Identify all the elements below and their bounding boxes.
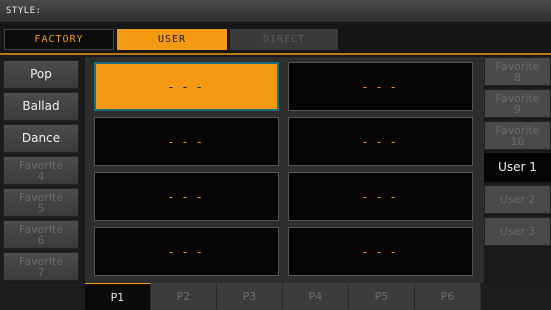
style-slot-4[interactable]: - - -: [288, 117, 473, 166]
tab-user[interactable]: USER: [117, 29, 227, 50]
right-bank-column: Favorite 8 Favorite 9 Favorite 10 User 1 Us…: [484, 57, 551, 283]
bank-button-user-3[interactable]: User 3: [484, 217, 551, 246]
style-slot-8[interactable]: - - -: [288, 227, 473, 276]
page-button-p3[interactable]: P3: [217, 283, 283, 310]
bank-button-user-1[interactable]: User 1: [484, 153, 551, 182]
left-bank-column: Pop Ballad Dance Favorite 4 Favorite 5 Fav…: [0, 57, 85, 283]
page-button-p2[interactable]: P2: [151, 283, 217, 310]
style-slot-5[interactable]: - - -: [94, 172, 279, 221]
page-button-p4[interactable]: P4: [283, 283, 349, 310]
style-slot-grid: - - - - - - - - - - - - - - - - - - - - …: [85, 57, 484, 283]
bank-button-favorite-6[interactable]: Favorite 6: [3, 220, 79, 249]
bank-button-favorite-7[interactable]: Favorite 7: [3, 252, 79, 281]
page-button-p6[interactable]: P6: [415, 283, 481, 310]
style-slot-7[interactable]: - - -: [94, 227, 279, 276]
bank-button-favorite-9[interactable]: Favorite 9: [484, 89, 551, 118]
page-title: STYLE:: [6, 6, 42, 16]
style-slot-3[interactable]: - - -: [94, 117, 279, 166]
bank-button-favorite-4[interactable]: Favorite 4: [3, 156, 79, 185]
bank-button-ballad[interactable]: Ballad: [3, 92, 79, 121]
page-button-p1[interactable]: P1: [85, 283, 151, 310]
page-bar: P1 P2 P3 P4 P5 P6: [0, 283, 551, 310]
bank-button-favorite-5[interactable]: Favorite 5: [3, 188, 79, 217]
tab-factory[interactable]: FACTORY: [4, 29, 114, 50]
style-slot-6[interactable]: - - -: [288, 172, 473, 221]
bank-tabs: FACTORY USER DIRECT: [0, 24, 551, 55]
bank-button-favorite-10[interactable]: Favorite 10: [484, 121, 551, 150]
page-button-p5[interactable]: P5: [349, 283, 415, 310]
style-slot-2[interactable]: - - -: [288, 62, 473, 111]
bank-button-user-2[interactable]: User 2: [484, 185, 551, 214]
title-bar: STYLE:: [0, 0, 551, 23]
bank-button-dance[interactable]: Dance: [3, 124, 79, 153]
bank-button-favorite-8[interactable]: Favorite 8: [484, 57, 551, 86]
bank-button-pop[interactable]: Pop: [3, 60, 79, 89]
tab-direct[interactable]: DIRECT: [230, 29, 338, 50]
style-slot-1[interactable]: - - -: [94, 62, 279, 111]
